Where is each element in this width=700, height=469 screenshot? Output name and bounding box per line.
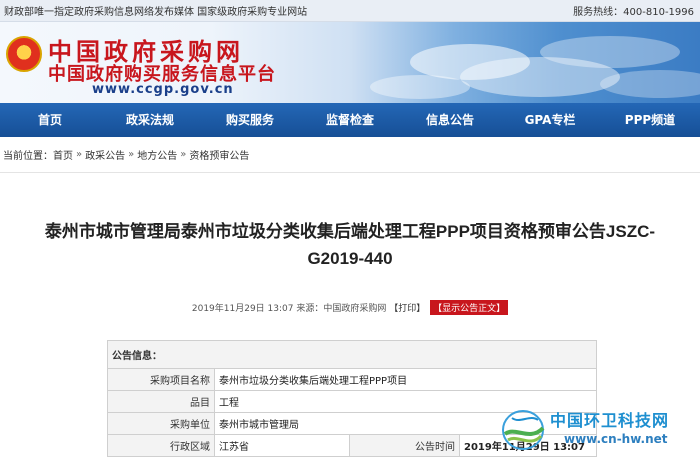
nav-item-supervision[interactable]: 监督检查 <box>300 103 400 137</box>
nav-item-gpa[interactable]: GPA专栏 <box>500 103 600 137</box>
breadcrumb-label: 当前位置： <box>3 151 53 162</box>
field-label: 品目 <box>107 390 215 413</box>
title-line-1: 泰州市城市管理局泰州市垃圾分类收集后端处理工程PPP项目资格预审公告JSZC- <box>44 222 656 241</box>
publish-info: 2019年11月29日 13:07 来源：中国政府采购网 <box>191 304 387 314</box>
table-row: 采购项目名称 泰州市垃圾分类收集后端处理工程PPP项目 <box>107 368 597 391</box>
nav-item-home[interactable]: 首页 <box>0 103 100 137</box>
breadcrumb-local-notices[interactable]: 地方公告 <box>137 147 177 162</box>
breadcrumb-separator: » <box>76 149 83 160</box>
print-link[interactable]: 【打印】 <box>389 304 425 314</box>
site-slogan: 财政部唯一指定政府采购信息网络发布媒体 国家级政府采购专业网站 <box>4 7 308 18</box>
watermark-logo: 中国环卫科技网 www.cn-hw.net <box>498 402 698 464</box>
site-header: ★ 中国政府采购网 中国政府购买服务信息平台 www.ccgp.gov.cn <box>0 22 700 103</box>
nav-item-regulations[interactable]: 政采法规 <box>100 103 200 137</box>
breadcrumb-separator: » <box>180 149 187 160</box>
breadcrumb-separator: » <box>128 149 135 160</box>
article: 泰州市城市管理局泰州市垃圾分类收集后端处理工程PPP项目资格预审公告JSZC- … <box>0 183 700 354</box>
breadcrumb-home[interactable]: 首页 <box>53 147 73 162</box>
field-value: 江苏省 <box>214 434 350 457</box>
field-label: 行政区域 <box>107 434 215 457</box>
globe-icon <box>502 410 545 450</box>
table-header-row: 公告信息： <box>107 340 597 369</box>
watermark-url: www.cn-hw.net <box>564 432 668 446</box>
article-meta: 2019年11月29日 13:07 来源：中国政府采购网 【打印】 【显示公告正… <box>0 300 700 315</box>
breadcrumb-procurement-notices[interactable]: 政采公告 <box>85 147 125 162</box>
field-label: 公告时间 <box>349 434 460 457</box>
nav-item-purchase-services[interactable]: 购买服务 <box>200 103 300 137</box>
main-nav: 首页 政采法规 购买服务 监督检查 信息公告 GPA专栏 PPP频道 <box>0 103 700 137</box>
watermark-name: 中国环卫科技网 <box>550 411 670 430</box>
breadcrumb-prequalification[interactable]: 资格预审公告 <box>189 147 249 162</box>
nav-item-ppp[interactable]: PPP频道 <box>600 103 700 137</box>
table-header: 公告信息： <box>107 340 597 369</box>
title-line-2: G2019-440 <box>307 249 393 268</box>
field-label: 采购单位 <box>107 412 215 435</box>
page-title: 泰州市城市管理局泰州市垃圾分类收集后端处理工程PPP项目资格预审公告JSZC- … <box>0 183 700 272</box>
breadcrumb: 当前位置： 首页 » 政采公告 » 地方公告 » 资格预审公告 <box>0 137 700 173</box>
show-notice-body-button[interactable]: 【显示公告正文】 <box>430 300 509 315</box>
nav-item-announcements[interactable]: 信息公告 <box>400 103 500 137</box>
service-hotline: 服务热线：400-810-1996 <box>573 7 694 18</box>
national-emblem-icon: ★ <box>6 36 42 72</box>
site-logo-url: www.ccgp.gov.cn <box>92 82 234 97</box>
top-info-bar: 财政部唯一指定政府采购信息网络发布媒体 国家级政府采购专业网站 服务热线：400… <box>0 0 700 22</box>
field-label: 采购项目名称 <box>107 368 215 391</box>
field-value: 泰州市垃圾分类收集后端处理工程PPP项目 <box>214 368 597 391</box>
